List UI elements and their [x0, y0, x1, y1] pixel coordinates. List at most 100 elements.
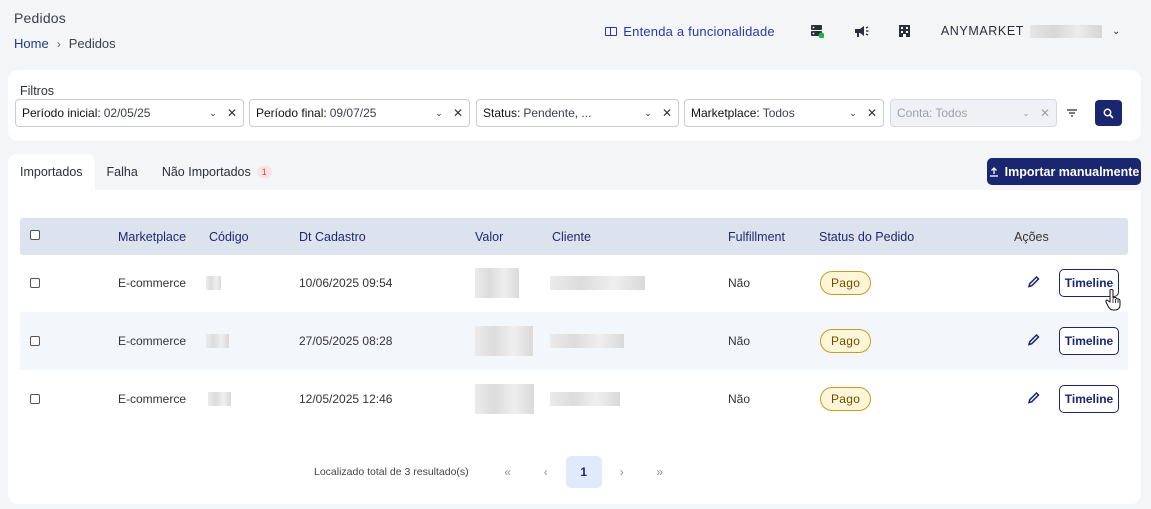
hand-cursor-icon: [1105, 289, 1121, 311]
row-checkbox[interactable]: [30, 336, 40, 346]
cell-dt-cadastro: 12/05/2025 12:46: [299, 392, 393, 406]
tab-importados[interactable]: Importados: [8, 154, 95, 190]
search-button[interactable]: [1095, 100, 1122, 126]
edit-button[interactable]: [1027, 333, 1041, 350]
filter-label: Período final:: [256, 106, 327, 120]
cell-dt-cadastro: 10/06/2025 09:54: [299, 276, 393, 290]
filter-lines-icon[interactable]: [1065, 106, 1079, 120]
building-icon[interactable]: [897, 23, 913, 39]
tab-nao-importados[interactable]: Não Importados 1: [150, 154, 284, 190]
filter-value: Pendente, ...: [523, 106, 592, 120]
cell-fulfillment: Não: [728, 276, 751, 290]
account-menu[interactable]: ANYMARKET ⌄: [941, 24, 1121, 38]
table-header: Marketplace Código Dt Cadastro Valor Cli…: [20, 218, 1128, 255]
filter-marketplace[interactable]: Marketplace: Todos ⌄ ✕: [684, 99, 884, 127]
account-name-redacted: [1030, 24, 1103, 38]
first-page-button[interactable]: «: [490, 456, 526, 488]
filter-periodo-final[interactable]: Período final: 09/07/25 ⌄ ✕: [249, 99, 470, 127]
chevron-down-icon[interactable]: ⌄: [845, 108, 861, 119]
filter-label: Marketplace:: [691, 106, 760, 120]
next-page-button[interactable]: ›: [604, 456, 640, 488]
edit-button[interactable]: [1027, 391, 1041, 408]
breadcrumb-home-link[interactable]: Home: [14, 36, 49, 51]
table-row: E-commerce 27/05/2025 08:28 Não Pago Tim…: [20, 312, 1128, 370]
table-row: E-commerce 12/05/2025 12:46 Não Pago Tim…: [20, 370, 1128, 428]
col-status[interactable]: Status do Pedido: [819, 230, 914, 244]
import-button-label: Importar manualmente: [1004, 164, 1140, 179]
cell-valor-redacted: [475, 268, 519, 298]
server-status-icon[interactable]: [809, 23, 825, 39]
tab-label: Importados: [20, 165, 83, 179]
cell-codigo-redacted: [206, 334, 229, 348]
chevron-down-icon: ⌄: [1112, 25, 1121, 37]
clear-icon[interactable]: ✕: [656, 106, 678, 120]
filters-title: Filtros: [20, 84, 55, 98]
row-checkbox[interactable]: [30, 394, 40, 404]
last-page-button[interactable]: »: [642, 456, 678, 488]
filter-value: Todos: [762, 106, 795, 120]
cell-dt-cadastro: 27/05/2025 08:28: [299, 334, 393, 348]
count-badge: 1: [256, 166, 272, 178]
megaphone-icon[interactable]: [853, 23, 869, 39]
book-icon: [605, 26, 618, 36]
cell-valor-redacted: [475, 326, 533, 356]
status-badge: Pago: [820, 387, 872, 411]
chevron-down-icon[interactable]: ⌄: [205, 108, 221, 119]
col-dt-cadastro[interactable]: Dt Cadastro: [299, 230, 366, 244]
search-icon: [1103, 108, 1114, 119]
timeline-button[interactable]: Timeline: [1059, 385, 1119, 413]
filter-label: Conta:: [897, 106, 933, 120]
col-fulfillment[interactable]: Fulfillment: [728, 230, 785, 244]
edit-button[interactable]: [1027, 275, 1041, 292]
chevron-down-icon[interactable]: ⌄: [640, 108, 656, 119]
clear-icon: ✕: [1039, 106, 1051, 120]
orders-table: Marketplace Código Dt Cadastro Valor Cli…: [8, 190, 1141, 504]
col-codigo[interactable]: Código: [209, 230, 249, 244]
col-marketplace[interactable]: Marketplace: [118, 230, 186, 244]
clear-icon[interactable]: ✕: [447, 106, 469, 120]
filter-value: 02/05/25: [103, 106, 151, 120]
upload-icon: [989, 166, 998, 177]
chevron-right-icon: ›: [56, 36, 61, 51]
page-button-current[interactable]: 1: [565, 456, 602, 488]
clear-icon[interactable]: ✕: [861, 106, 883, 120]
tab-falha[interactable]: Falha: [95, 154, 150, 190]
select-all-checkbox[interactable]: [30, 230, 40, 240]
cell-cliente-redacted: [550, 276, 645, 290]
results-summary: Localizado total de 3 resultado(s): [314, 466, 469, 478]
status-badge: Pago: [820, 329, 872, 353]
filter-conta: Conta: Todos ⌄ ✕: [890, 99, 1057, 127]
help-link[interactable]: Entenda a funcionalidade: [605, 24, 775, 39]
tabs: Importados Falha Não Importados 1: [8, 154, 284, 190]
cell-cliente-redacted: [550, 392, 620, 406]
tab-label: Não Importados: [161, 165, 251, 179]
timeline-button[interactable]: Timeline: [1059, 327, 1119, 355]
col-cliente[interactable]: Cliente: [552, 230, 591, 244]
filter-value: 09/07/25: [329, 106, 377, 120]
cell-marketplace: E-commerce: [118, 334, 187, 348]
cell-fulfillment: Não: [728, 392, 751, 406]
filter-label: Status:: [483, 106, 521, 120]
clear-icon[interactable]: ✕: [221, 106, 243, 120]
prev-page-button[interactable]: ‹: [528, 456, 564, 488]
cell-marketplace: E-commerce: [118, 392, 187, 406]
page-title: Pedidos: [14, 10, 66, 26]
pencil-icon: [1027, 275, 1040, 288]
cell-cliente-redacted: [550, 334, 624, 348]
cell-codigo-redacted: [206, 276, 221, 290]
account-name: ANYMARKET: [940, 24, 1025, 38]
tab-label: Falha: [106, 165, 138, 179]
chevron-down-icon[interactable]: ⌄: [431, 108, 447, 119]
col-valor[interactable]: Valor: [475, 230, 503, 244]
filter-status[interactable]: Status: Pendente, ... ⌄ ✕: [476, 99, 679, 127]
import-manual-button[interactable]: Importar manualmente: [987, 158, 1141, 185]
breadcrumb: Home › Pedidos: [14, 36, 116, 51]
row-checkbox[interactable]: [30, 278, 40, 288]
cell-valor-redacted: [475, 384, 534, 414]
cell-codigo-redacted: [208, 392, 231, 406]
pencil-icon: [1027, 391, 1040, 404]
filter-periodo-inicial[interactable]: Período inicial: 02/05/25 ⌄ ✕: [15, 99, 244, 127]
col-acoes: Ações: [1014, 230, 1049, 244]
filters-panel: Filtros Período inicial: 02/05/25 ⌄ ✕ Pe…: [8, 70, 1141, 141]
header-select-all-wrap: [30, 230, 40, 240]
